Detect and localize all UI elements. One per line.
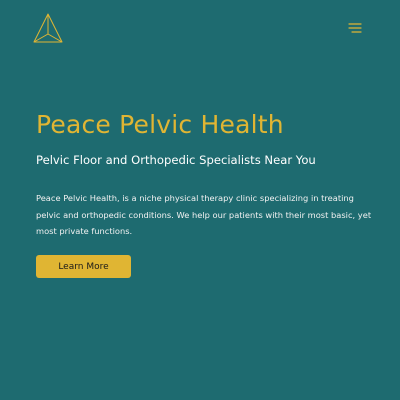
hero-title: Peace Pelvic Health <box>36 110 284 139</box>
learn-more-button[interactable]: Learn More <box>36 255 131 278</box>
triangle-pyramid-logo-icon <box>33 13 63 43</box>
hero-description: Peace Pelvic Health, is a niche physical… <box>36 193 372 236</box>
hamburger-menu-icon[interactable] <box>346 22 362 34</box>
hero-subtitle: Pelvic Floor and Orthopedic Specialists … <box>36 153 316 167</box>
